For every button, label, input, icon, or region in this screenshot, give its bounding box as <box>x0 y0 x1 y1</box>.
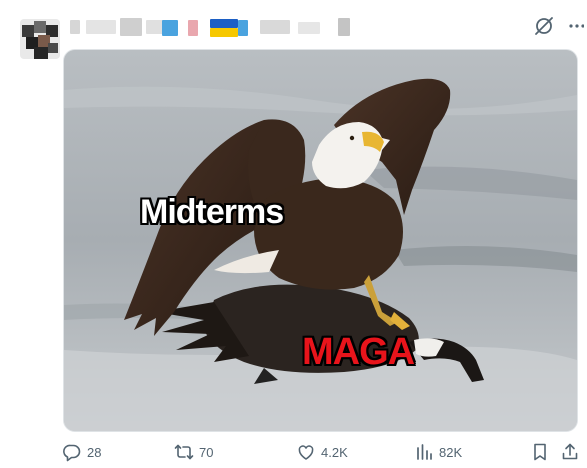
flag-block <box>210 19 238 28</box>
repost-button[interactable]: 70 <box>174 440 213 464</box>
obscured-block <box>338 18 350 36</box>
heart-icon <box>298 445 314 460</box>
obscured-block <box>188 20 198 36</box>
meme-caption-top: Midterms <box>140 193 284 231</box>
analytics-bars-icon <box>417 444 432 460</box>
views-button[interactable]: 82K <box>414 440 462 464</box>
views-count: 82K <box>439 444 463 460</box>
like-count: 4.2K <box>321 444 348 460</box>
obscured-block <box>70 20 80 34</box>
obscured-block <box>86 20 116 34</box>
obscured-block <box>260 20 290 34</box>
share-upload-icon <box>562 443 578 460</box>
repost-arrows-icon <box>174 444 194 460</box>
meme-caption-bottom: MAGA <box>302 331 415 373</box>
bookmark-icon <box>534 443 546 461</box>
like-button[interactable]: 4.2K <box>296 440 348 464</box>
grok-slash-circle-icon[interactable] <box>532 14 556 38</box>
share-button[interactable] <box>560 440 580 464</box>
author-avatar[interactable] <box>20 19 60 59</box>
reply-bubble-icon <box>63 444 81 462</box>
author-header-obscured[interactable] <box>70 16 370 40</box>
reply-button[interactable]: 28 <box>62 440 101 464</box>
obscured-block <box>238 20 248 36</box>
obscured-block <box>120 18 142 36</box>
repost-count: 70 <box>199 444 214 460</box>
bookmark-button[interactable] <box>530 440 550 464</box>
reply-count: 28 <box>87 444 102 460</box>
post-card[interactable]: Midterms MAGA 28 70 4.2K 82K <box>0 0 587 468</box>
post-media-image[interactable]: Midterms MAGA <box>63 49 578 432</box>
flag-block <box>210 28 238 37</box>
more-dots-icon[interactable] <box>568 14 584 38</box>
obscured-block <box>298 22 320 34</box>
obscured-block <box>162 20 178 36</box>
post-action-bar: 28 70 4.2K 82K <box>60 440 585 464</box>
